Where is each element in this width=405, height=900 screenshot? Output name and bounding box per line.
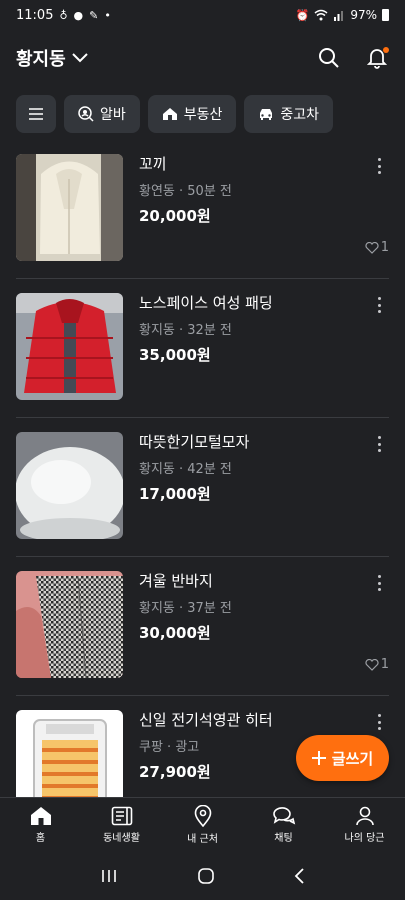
bottom-tab-bar: 홈 동네생활 내 근처 채팅 나의 당근 [0,797,405,852]
item-title: 겨울 반바지 [139,572,213,590]
plus-icon [311,751,326,765]
more-options-button[interactable] [373,434,385,454]
chip-job-label: 알바 [100,107,126,123]
tab-my-label: 나의 당근 [344,833,385,844]
notification-dot [383,47,389,53]
menu-icon [29,108,43,120]
list-item[interactable]: 따뜻한기모털모자 황지동 · 42분 전 17,000원 [16,418,389,557]
message-icon: ● [73,8,84,22]
system-nav-bar [0,852,405,900]
list-item[interactable]: 겨울 반바지 황지동 · 37분 전 30,000원 1 [16,557,389,696]
tab-home-label: 홈 [35,833,46,844]
talk-icon: ♁ [59,8,68,22]
like-count-value: 1 [380,240,389,255]
item-price: 20,000원 [139,207,211,225]
product-thumbnail [16,293,123,400]
dot-icon: • [104,8,111,22]
tab-home[interactable]: 홈 [0,798,81,852]
category-chips: 알바 부동산 중고차 [16,95,334,133]
chevron-down-icon [71,53,88,63]
chip-job[interactable]: 알바 [64,95,140,133]
item-price: 35,000원 [139,346,211,364]
write-post-button[interactable]: 글쓰기 [296,735,389,781]
write-post-label: 글쓰기 [331,749,374,768]
tab-chat[interactable]: 채팅 [243,798,324,852]
person-icon [355,806,374,826]
chip-real-estate-label: 부동산 [183,107,223,123]
item-title: 꼬끼 [139,155,167,173]
chip-real-estate[interactable]: 부동산 [147,95,237,133]
menu-button[interactable] [16,95,56,133]
battery-percent: 97% [350,8,377,22]
signal-icon [334,11,344,21]
like-count: 1 [365,240,389,255]
heart-icon [365,241,379,254]
item-title: 따뜻한기모털모자 [139,433,250,451]
list-item[interactable]: 꼬끼 황연동 · 50분 전 20,000원 1 [16,140,389,279]
chat-icon [272,807,295,825]
tab-nearby-label: 내 근처 [187,834,218,845]
location-label: 황지동 [16,49,66,70]
tab-chat-label: 채팅 [274,833,293,844]
search-person-icon [78,106,94,122]
alarm-icon: ⏰ [295,8,310,22]
home-icon [30,807,51,825]
item-meta: 황연동 · 50분 전 [139,184,232,199]
location-pin-icon [194,805,211,827]
item-meta: 황지동 · 37분 전 [139,601,232,616]
back-icon[interactable] [294,868,306,884]
more-options-button[interactable] [373,712,385,732]
location-selector[interactable]: 황지동 [16,45,88,71]
item-price: 17,000원 [139,485,211,503]
header: 황지동 [0,38,405,78]
search-button[interactable] [317,46,341,70]
heart-icon [365,658,379,671]
list-item[interactable]: 노스페이스 여성 패딩 황지동 · 32분 전 35,000원 [16,279,389,418]
tab-community-label: 동네생활 [103,833,140,844]
chip-used-car[interactable]: 중고차 [244,95,334,133]
battery-icon [382,9,389,21]
more-options-button[interactable] [373,295,385,315]
item-title: 노스페이스 여성 패딩 [139,294,273,312]
more-options-button[interactable] [373,573,385,593]
chip-used-car-label: 중고차 [280,107,320,123]
wifi-icon [314,9,328,21]
tab-nearby[interactable]: 내 근처 [162,798,243,852]
item-meta: 황지동 · 32분 전 [139,323,232,338]
notification-icon: ✎ [89,8,99,22]
search-icon [319,48,339,68]
board-icon [111,806,132,826]
like-count-value: 1 [380,657,389,672]
like-count: 1 [365,657,389,672]
item-price: 30,000원 [139,624,211,642]
product-thumbnail [16,432,123,539]
house-icon [162,108,177,120]
product-thumbnail [16,154,123,261]
status-bar: 11:05 ♁ ● ✎ • ⏰ 97% [0,0,405,30]
home-circle-icon[interactable] [197,867,215,885]
tab-community[interactable]: 동네생활 [81,798,162,852]
car-icon [260,109,273,120]
clock: 11:05 [16,7,54,23]
recent-apps-icon[interactable] [100,868,118,884]
item-meta: 황지동 · 42분 전 [139,462,232,477]
more-options-button[interactable] [373,156,385,176]
tab-my[interactable]: 나의 당근 [324,798,405,852]
notification-button[interactable] [365,46,389,70]
item-title: 신일 전기석영관 히터 [139,711,273,729]
product-thumbnail [16,571,123,678]
